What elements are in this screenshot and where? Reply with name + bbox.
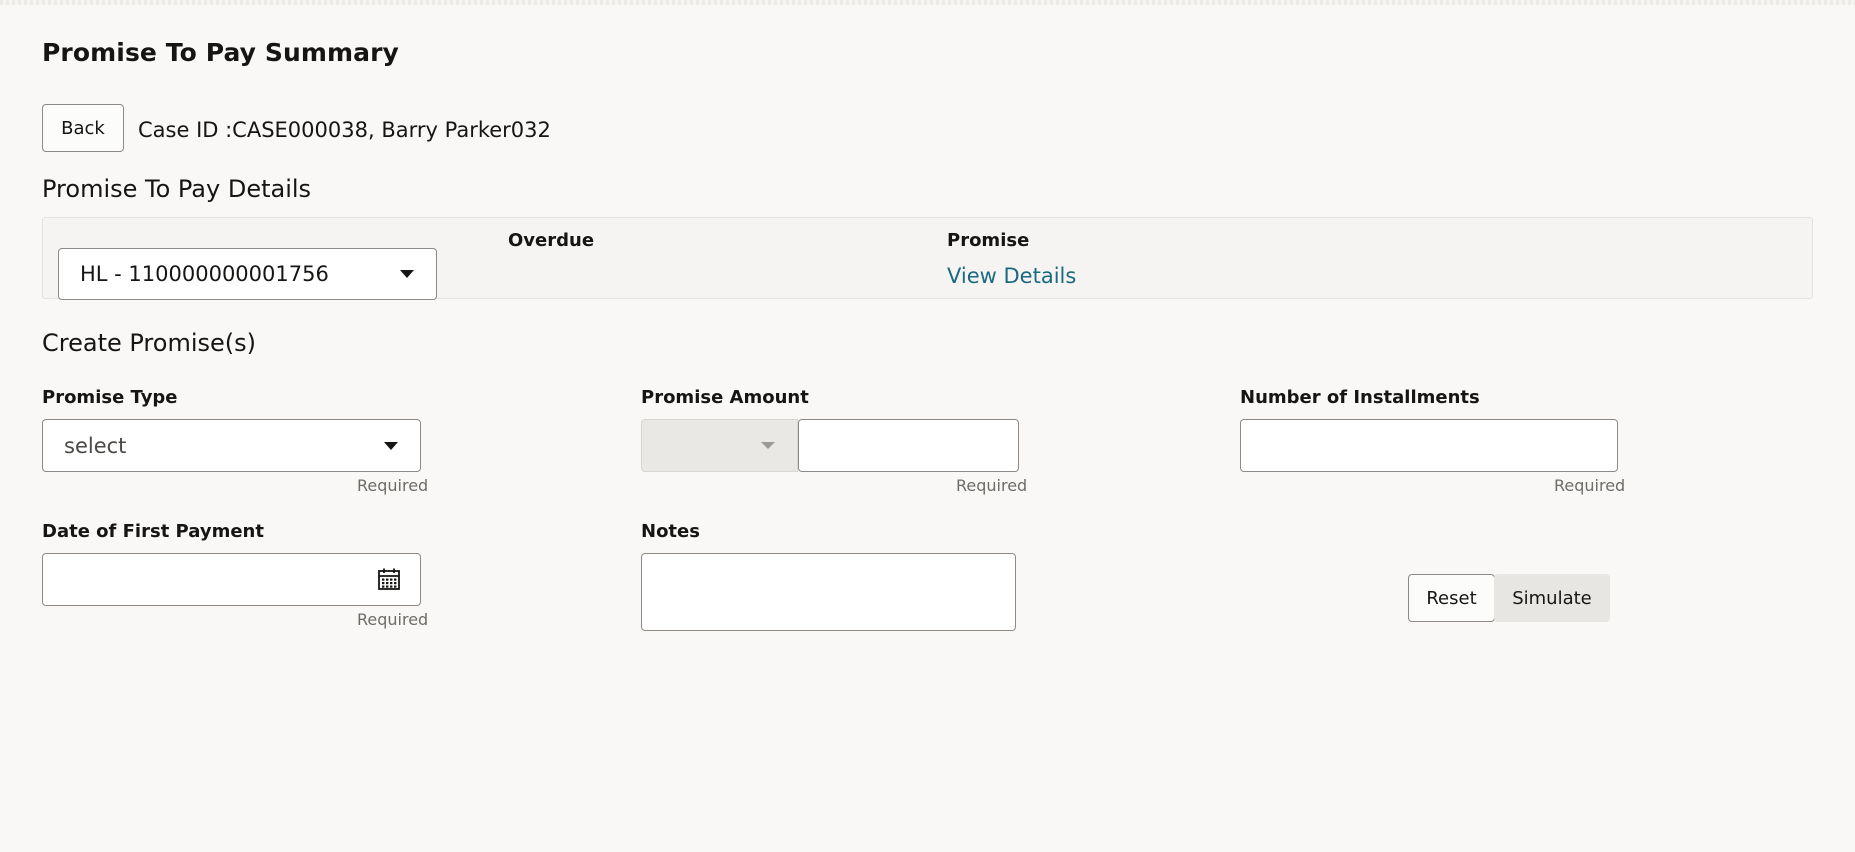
notes-label: Notes xyxy=(641,521,700,542)
installments-input[interactable] xyxy=(1240,419,1618,472)
overdue-label: Overdue xyxy=(508,230,595,251)
back-button[interactable]: Back xyxy=(42,104,124,152)
chevron-down-icon xyxy=(400,270,414,278)
notes-textarea[interactable] xyxy=(641,553,1016,631)
top-border-strip xyxy=(0,0,1855,5)
promise-details-title: Promise To Pay Details xyxy=(42,175,312,203)
simulate-button[interactable]: Simulate xyxy=(1494,574,1610,622)
promise-type-required-hint: Required xyxy=(357,476,429,495)
promise-label: Promise xyxy=(947,230,1030,251)
installments-required-hint: Required xyxy=(1554,476,1626,495)
chevron-down-icon xyxy=(761,442,775,449)
calendar-icon[interactable] xyxy=(377,567,401,591)
reset-button[interactable]: Reset xyxy=(1408,574,1495,622)
case-info: Case ID :CASE000038, Barry Parker032 xyxy=(138,118,551,142)
first-payment-date-input[interactable] xyxy=(42,553,421,606)
promise-amount-required-hint: Required xyxy=(956,476,1028,495)
chevron-down-icon xyxy=(384,441,398,450)
first-payment-date-required-hint: Required xyxy=(357,610,429,629)
view-details-link[interactable]: View Details xyxy=(947,264,1076,288)
first-payment-date-label: Date of First Payment xyxy=(42,521,264,542)
promise-amount-input[interactable] xyxy=(798,419,1019,472)
promise-amount-label: Promise Amount xyxy=(641,387,809,408)
promise-type-select[interactable]: select xyxy=(42,419,421,472)
promise-type-label: Promise Type xyxy=(42,387,178,408)
promise-type-value: select xyxy=(64,433,127,458)
currency-select xyxy=(641,419,798,472)
create-promise-title: Create Promise(s) xyxy=(42,329,256,357)
account-select-value: HL - 110000000001756 xyxy=(80,262,329,286)
installments-label: Number of Installments xyxy=(1240,387,1480,408)
page-title: Promise To Pay Summary xyxy=(42,38,399,67)
account-select[interactable]: HL - 110000000001756 xyxy=(58,248,437,300)
